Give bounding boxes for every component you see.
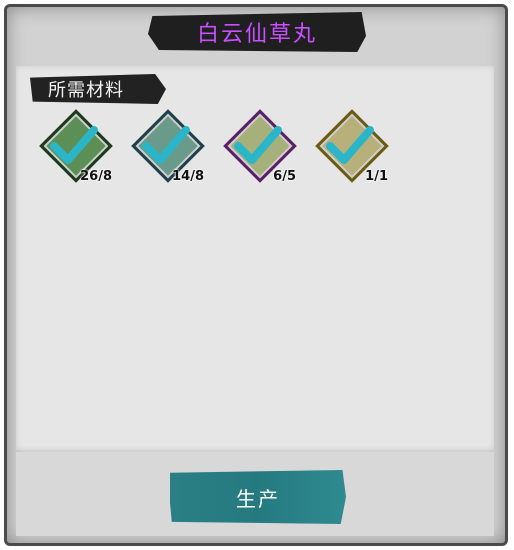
material-item-1[interactable]: 26/8 <box>38 109 113 184</box>
check-icon <box>50 126 98 164</box>
material-count: 1/1 <box>365 169 388 184</box>
check-icon <box>142 126 190 164</box>
material-count: 6/5 <box>273 169 296 184</box>
title-banner: 白云仙草丸 <box>148 12 366 52</box>
check-icon <box>326 126 374 164</box>
section-label: 所需材料 <box>48 80 124 101</box>
material-count: 26/8 <box>80 169 112 184</box>
section-label-banner: 所需材料 <box>30 74 166 104</box>
produce-button-label: 生产 <box>236 486 280 511</box>
material-item-2[interactable]: 14/8 <box>130 109 205 184</box>
materials-list: 26/8 14/8 6/5 1/1 <box>38 109 398 190</box>
material-item-4[interactable]: 1/1 <box>314 109 389 184</box>
material-item-3[interactable]: 6/5 <box>222 109 297 184</box>
check-icon <box>234 126 282 164</box>
produce-button[interactable]: 生产 <box>170 470 346 524</box>
dialog-title: 白云仙草丸 <box>196 22 317 47</box>
material-count: 14/8 <box>172 169 204 184</box>
